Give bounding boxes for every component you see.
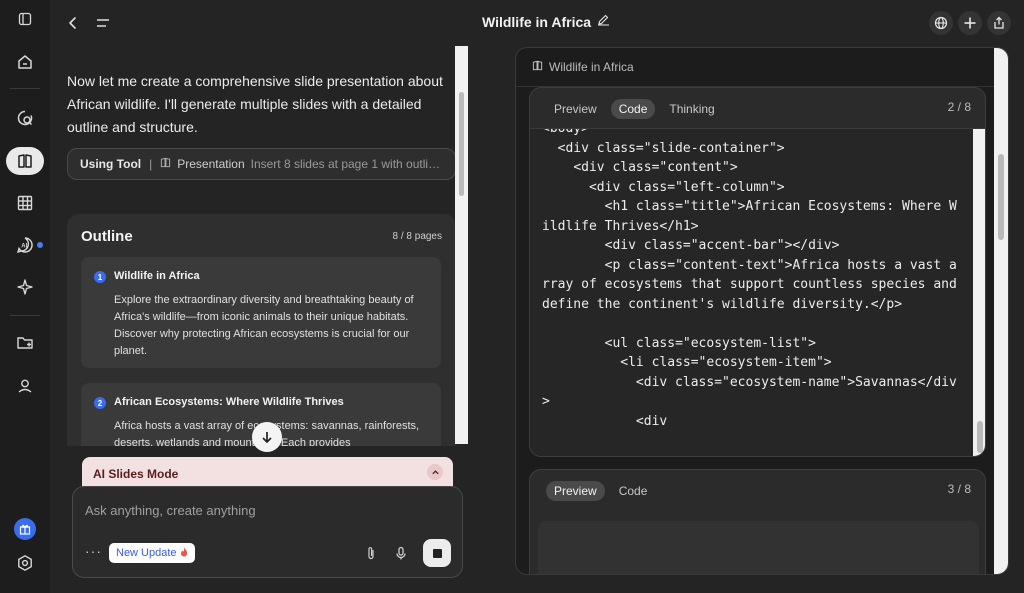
profile-icon[interactable] xyxy=(12,373,38,399)
tool-name: Presentation xyxy=(177,157,245,171)
panel-header: Wildlife in Africa xyxy=(532,60,634,74)
folder-add-icon[interactable] xyxy=(12,330,38,356)
globe-icon[interactable] xyxy=(929,11,953,35)
book-icon xyxy=(532,60,543,74)
notification-dot xyxy=(37,242,43,248)
svg-text:AI: AI xyxy=(21,244,27,250)
panel-title: Wildlife in Africa xyxy=(549,60,634,74)
outline-item-number: 1 xyxy=(94,271,106,283)
tab-thinking[interactable]: Thinking xyxy=(661,99,722,119)
tab-code[interactable]: Code xyxy=(610,99,656,119)
stop-button[interactable] xyxy=(423,539,451,567)
ai-chat-icon[interactable]: AI xyxy=(12,232,38,258)
back-icon[interactable] xyxy=(61,11,85,35)
book-icon[interactable] xyxy=(6,147,44,175)
slide-card-3: Preview Code 3 / 8 xyxy=(529,469,986,574)
outline-panel: Outline 8 / 8 pages 1 Wildlife in Africa… xyxy=(67,214,456,446)
outline-item-number: 2 xyxy=(94,397,106,409)
prompt-input[interactable] xyxy=(85,499,445,521)
new-icon[interactable] xyxy=(958,11,982,35)
outline-heading: Outline xyxy=(81,228,133,245)
share-icon[interactable] xyxy=(987,11,1011,35)
chat-column: Now let me create a comprehensive slide … xyxy=(50,46,468,593)
menu-icon[interactable] xyxy=(91,11,115,35)
home-icon[interactable] xyxy=(12,49,38,75)
outline-item-title: Wildlife in Africa xyxy=(114,270,200,282)
tool-call-chip[interactable]: Using Tool | Presentation Insert 8 slide… xyxy=(67,148,456,180)
code-scrollbar-thumb[interactable] xyxy=(977,421,983,453)
panel-scrollbar-thumb[interactable] xyxy=(998,154,1004,240)
stop-icon xyxy=(432,548,442,558)
slide-tabs: Preview Code xyxy=(546,481,655,501)
arrow-down-icon xyxy=(262,432,272,443)
slide-tabs: Preview Code Thinking xyxy=(546,99,723,119)
microphone-icon[interactable] xyxy=(393,545,409,561)
code-scrollbar[interactable] xyxy=(973,129,985,456)
mode-label: AI Slides Mode xyxy=(93,467,179,481)
scroll-down-button[interactable] xyxy=(252,422,282,452)
composer: ··· New Update xyxy=(72,486,463,578)
slide-page-indicator: 3 / 8 xyxy=(947,482,971,496)
tab-code[interactable]: Code xyxy=(611,481,656,501)
new-update-label: New Update xyxy=(116,547,177,559)
rail-divider xyxy=(10,88,40,89)
page-title-group: Wildlife in Africa xyxy=(482,13,610,31)
gift-icon[interactable] xyxy=(14,518,36,540)
outline-item-description: Explore the extraordinary diversity and … xyxy=(114,294,414,357)
tool-description: Insert 8 slides at page 1 with outline .… xyxy=(250,157,443,171)
tool-separator: | xyxy=(149,157,153,171)
outline-page-count: 8 / 8 pages xyxy=(392,231,442,242)
slide-page-indicator: 2 / 8 xyxy=(947,100,971,114)
panel-scrollbar[interactable] xyxy=(994,48,1008,574)
chevron-up-icon[interactable] xyxy=(427,464,443,480)
code-view[interactable]: <body> <div class="slide-container"> <di… xyxy=(530,128,985,456)
attach-icon[interactable] xyxy=(363,545,379,561)
outline-item-title: African Ecosystems: Where Wildlife Thriv… xyxy=(114,396,344,408)
table-icon[interactable] xyxy=(12,190,38,216)
top-bar: Wildlife in Africa xyxy=(50,0,1024,46)
tool-status-label: Using Tool xyxy=(80,157,142,171)
edit-title-icon[interactable] xyxy=(597,13,610,31)
more-options-icon[interactable]: ··· xyxy=(85,543,102,559)
slide-preview[interactable] xyxy=(538,521,979,574)
sparkle-icon[interactable] xyxy=(12,274,38,300)
outline-item[interactable]: 1 Wildlife in Africa Explore the extraor… xyxy=(81,257,441,368)
page-title: Wildlife in Africa xyxy=(482,14,592,30)
rail-divider xyxy=(10,315,40,316)
search-chat-icon[interactable] xyxy=(12,105,38,131)
left-rail: AI xyxy=(0,0,50,593)
new-update-badge[interactable]: New Update xyxy=(109,543,195,563)
presentation-icon xyxy=(160,157,171,171)
slides-panel: Wildlife in Africa Preview Code Thinking… xyxy=(515,47,1009,575)
settings-icon[interactable] xyxy=(12,550,38,576)
slide-card-2: Preview Code Thinking 2 / 8 <body> <div … xyxy=(529,87,986,457)
flame-icon xyxy=(180,547,188,560)
tab-preview[interactable]: Preview xyxy=(546,481,605,501)
assistant-message: Now let me create a comprehensive slide … xyxy=(67,73,443,135)
chat-scrollbar-thumb[interactable] xyxy=(459,92,464,196)
code-text: <body> <div class="slide-container"> <di… xyxy=(542,128,957,429)
tab-preview[interactable]: Preview xyxy=(546,99,605,119)
sidebar-toggle-icon[interactable] xyxy=(12,6,38,32)
chat-scrollbar[interactable] xyxy=(455,46,468,444)
